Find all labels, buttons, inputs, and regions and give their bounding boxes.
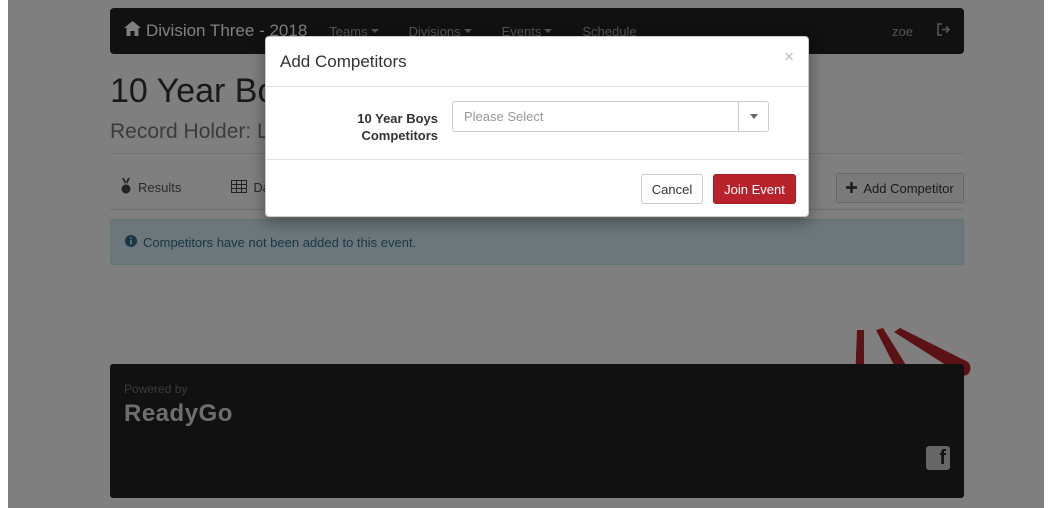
- competitors-field-label: 10 Year Boys Competitors: [330, 110, 438, 144]
- add-competitors-modal: Add Competitors × 10 Year Boys Competito…: [265, 36, 809, 217]
- modal-header: Add Competitors ×: [266, 37, 808, 87]
- cancel-button[interactable]: Cancel: [641, 174, 703, 204]
- modal-body: 10 Year Boys Competitors Please Select: [266, 87, 808, 160]
- join-event-button[interactable]: Join Event: [713, 174, 796, 204]
- field-label-line2: Competitors: [361, 128, 438, 143]
- modal-footer: Cancel Join Event: [266, 160, 808, 216]
- competitors-select[interactable]: Please Select: [452, 101, 769, 132]
- chevron-down-icon[interactable]: [738, 102, 768, 131]
- window-edge-left: [0, 0, 8, 508]
- field-label-line1: 10 Year Boys: [357, 111, 438, 126]
- select-placeholder: Please Select: [464, 109, 544, 124]
- close-icon[interactable]: ×: [784, 47, 794, 67]
- window-edge-right: [1044, 0, 1057, 508]
- modal-title: Add Competitors: [280, 51, 407, 71]
